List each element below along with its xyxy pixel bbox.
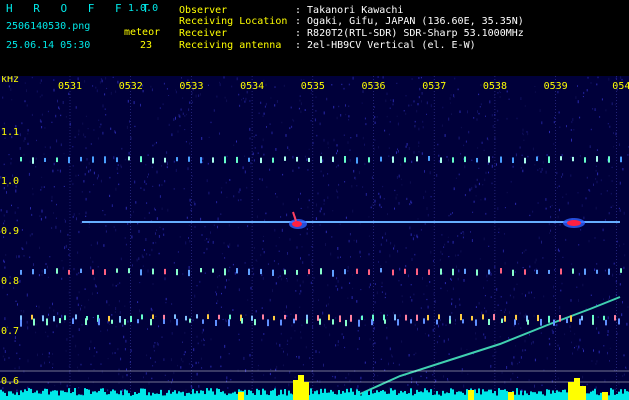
freq-label-0-7: 0.7 xyxy=(1,326,19,337)
time-label-0538: 0538 xyxy=(483,81,507,92)
header-panel: H R O F F T 1.0.0 2506140530.png 25.06.1… xyxy=(0,0,629,76)
time-label-0536: 0536 xyxy=(362,81,386,92)
time-label-0531: 0531 xyxy=(58,81,82,92)
freq-label-1-0: 1.0 xyxy=(1,176,19,187)
freq-label-0-6: 0.6 xyxy=(1,376,19,387)
location-value: : Ogaki, Gifu, JAPAN (136.60E, 35.35N) xyxy=(295,16,524,27)
antenna-value: : 2el-HB9CV Vertical (el. E-W) xyxy=(295,40,476,51)
receiver-key: Receiver xyxy=(179,28,228,39)
antenna-key: Receiving antenna xyxy=(179,40,282,51)
meteor-label: meteor xyxy=(124,27,161,38)
file-name: 2506140530.png xyxy=(6,21,91,32)
time-label-0539: 0539 xyxy=(544,81,568,92)
time-label-0534: 0534 xyxy=(240,81,264,92)
location-key: Receiving Location xyxy=(179,16,288,27)
spectrogram: kHz 0531 0532 0533 0534 0535 0536 0537 0538 0539… xyxy=(0,76,629,400)
spectrogram-background xyxy=(0,76,629,400)
freq-label-0-8: 0.8 xyxy=(1,276,19,287)
freq-label-0-9: 0.9 xyxy=(1,226,19,237)
receiver-value: : R820T2(RTL-SDR) SDR-Sharp 53.1000MHz xyxy=(295,28,524,39)
time-label-0537: 0537 xyxy=(422,81,446,92)
time-label-0532: 0532 xyxy=(119,81,143,92)
time-label-0533: 0533 xyxy=(179,81,203,92)
time-label-0540: 0540 xyxy=(612,81,629,92)
meteor-echo-0539 xyxy=(563,218,585,228)
time-label-0535: 0535 xyxy=(301,81,325,92)
app-version: 1.0.0 xyxy=(128,3,159,14)
freq-unit-label: kHz xyxy=(1,76,19,85)
freq-label-1-1: 1.1 xyxy=(1,127,19,138)
capture-timestamp: 25.06.14 05:30 xyxy=(6,40,91,51)
meteor-count: 23 xyxy=(140,40,153,51)
